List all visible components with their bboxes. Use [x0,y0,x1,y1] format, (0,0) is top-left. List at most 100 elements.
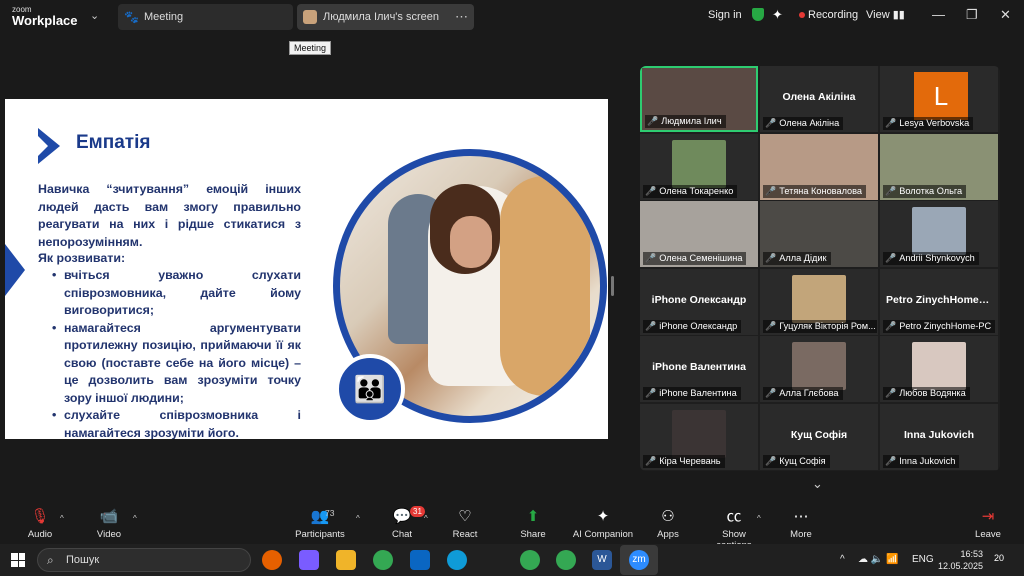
clock[interactable]: 16:53 12.05.2025 [938,548,983,572]
participant-tile[interactable]: 🎤 Людмила Ілич [640,66,758,132]
mic-muted-icon: 🎤 [765,455,777,466]
apps-button[interactable]: ⚇ Apps [656,508,680,540]
search-icon: ⌕ [47,553,54,567]
participant-label-text: Гуцуляк Вікторія Ром... [779,320,876,331]
participant-label-text: iPhone Валентина [659,388,737,398]
share-icon: ⬆ [526,508,540,525]
participant-tile[interactable]: 🎤 Тетяна Коновалова [760,133,878,200]
participant-tile[interactable]: 🎤 Любов Водянка [880,336,998,402]
participant-tile[interactable]: 🎤 Кіра Черевань [640,403,758,470]
participant-tile[interactable]: 🎤 Олена Токаренко [640,133,758,200]
participant-tile[interactable]: Inna Jukovich 🎤 Inna Jukovich [880,403,998,470]
video-button[interactable]: 📹 Video [92,508,126,540]
chevron-down-icon[interactable]: ⌄ [812,476,823,492]
participant-label: 🎤 Inna Jukovich [883,454,960,468]
chevron-up-icon[interactable]: ^ [757,514,761,523]
edge-icon[interactable] [447,550,467,570]
chevron-up-icon[interactable]: ^ [356,514,360,523]
audio-button[interactable]: 🎙 Audio [24,508,56,540]
recording-label: Recording [808,9,859,21]
slide-paragraph: Навичка “зчитування” емоцій інших людей … [38,182,301,249]
tray-icons[interactable]: ☁ 🔈 📶 [858,544,898,576]
leave-label: Leave [975,529,1001,540]
participant-tile[interactable]: Кущ Софія 🎤 Кущ Софія [760,403,878,470]
participant-label: 🎤 Алла Дідик [763,252,831,265]
chevron-up-icon[interactable]: ^ [133,514,137,523]
windows-start-icon[interactable] [11,553,25,567]
participant-tile[interactable]: 🎤 Волотка Ольга [880,133,998,200]
resize-handle[interactable] [611,276,614,296]
participants-button[interactable]: 👥 73 Participants [295,508,345,540]
participant-tile[interactable]: 🎤 Гуцуляк Вікторія Ром... [760,268,878,335]
participant-tile[interactable]: iPhone Валентина 🎤 iPhone Валентина [640,336,758,402]
slide-edge-arrow [5,244,25,296]
react-button[interactable]: ♡ React [450,508,480,540]
chevron-up-icon[interactable]: ^ [60,514,64,523]
close-icon[interactable]: ✕ [1000,0,1011,30]
photo-blonde-hair [500,176,590,396]
participant-tile[interactable]: Petro ZinychHome-PC 🎤 Petro ZinychHome-PC [880,268,998,335]
shield-icon[interactable] [752,8,764,21]
word-icon[interactable]: W [592,550,612,570]
mic-muted-icon: 🎤 [885,185,897,196]
participant-tile[interactable]: 🎤 Алла Дідик [760,201,878,267]
date: 12.05.2025 [938,561,984,571]
participants-icon: 👥 [310,508,330,525]
chrome-icon[interactable] [373,550,393,570]
participant-tile[interactable]: iPhone Олександр 🎤 iPhone Олександр [640,268,758,335]
participant-label: 🎤 Гуцуляк Вікторія Ром... [763,319,877,333]
ai-sparkle-icon[interactable]: ✦ [772,0,783,30]
leave-button[interactable]: ⇥ Leave [975,508,1001,540]
chevron-up-icon[interactable]: ^ [840,544,845,576]
zoom-icon[interactable]: zm [629,550,649,570]
copilot-icon[interactable] [299,550,319,570]
maximize-icon[interactable]: ❐ [966,0,978,30]
participant-tile[interactable]: Олена Акіліна 🎤 Олена Акіліна [760,66,878,132]
participants-count: 73 [325,508,335,518]
avatar [912,207,966,255]
participant-label-text: Тетяна Коновалова [779,185,863,196]
tab-meeting[interactable]: 🐾 Meeting [118,4,293,30]
view-button[interactable]: View ▮▮ [866,0,905,30]
more-button[interactable]: ⋯ More [788,508,814,540]
participant-label: 🎤 iPhone Валентина [643,387,741,400]
chrome-icon[interactable] [520,550,540,570]
recording-indicator[interactable]: Recording [799,0,858,30]
avatar [303,10,317,24]
language-indicator[interactable]: ENG [912,544,934,576]
mic-muted-icon: 🎤 [885,320,897,331]
participant-label-text: Волотка Ольга [899,185,963,196]
participant-name: iPhone Валентина [652,361,746,373]
more-icon[interactable]: ⋯ [455,4,468,30]
chat-button[interactable]: 💬 31 Chat [388,506,425,540]
participant-tile[interactable]: 🎤 Andrii Shynkovych [880,201,998,267]
search-input[interactable]: ⌕ Пошук [37,548,251,572]
sign-in-button[interactable]: Sign in [708,0,742,30]
notification-badge[interactable]: 20 [994,553,1004,563]
participant-name: Petro ZinychHome-PC [886,293,997,306]
minimize-icon[interactable]: — [932,0,945,30]
participant-label: 🎤 Людмила Ілич [645,115,726,128]
participant-name: Inna Jukovich [903,428,975,441]
shared-slide: Емпатія Навичка “зчитування” емоцій інши… [5,99,608,439]
participant-tile[interactable]: 🎤 Алла Глєбова [760,336,878,402]
ai-companion-button[interactable]: ✦ AI Companion [572,508,634,540]
mic-muted-icon: 🎤 [765,185,777,196]
chrome-icon[interactable] [556,550,576,570]
firefox-icon[interactable] [262,550,282,570]
participant-tile[interactable]: 🎤 Олена Семенішина [640,201,758,267]
outlook-icon[interactable] [410,550,430,570]
share-button[interactable]: ⬆ Share [518,508,548,540]
tooltip: Meeting [289,41,332,55]
chevron-up-icon[interactable]: ^ [424,514,428,523]
avatar [912,342,966,390]
participant-label-text: Олена Семенішина [659,253,743,263]
participant-tile[interactable]: L 🎤 Lesya Verbovska [880,66,998,132]
chevron-down-icon[interactable]: ⌄ [90,9,99,22]
tab-shared-screen[interactable]: Людмила Ілич's screen ⋯ [297,4,474,30]
participant-label: 🎤 Petro ZinychHome-PC [883,319,996,333]
participant-label-text: Людмила Ілич [661,116,722,126]
react-label: React [452,529,478,540]
participant-label-text: Lesya Verbovska [899,118,970,128]
folder-icon[interactable] [336,550,356,570]
